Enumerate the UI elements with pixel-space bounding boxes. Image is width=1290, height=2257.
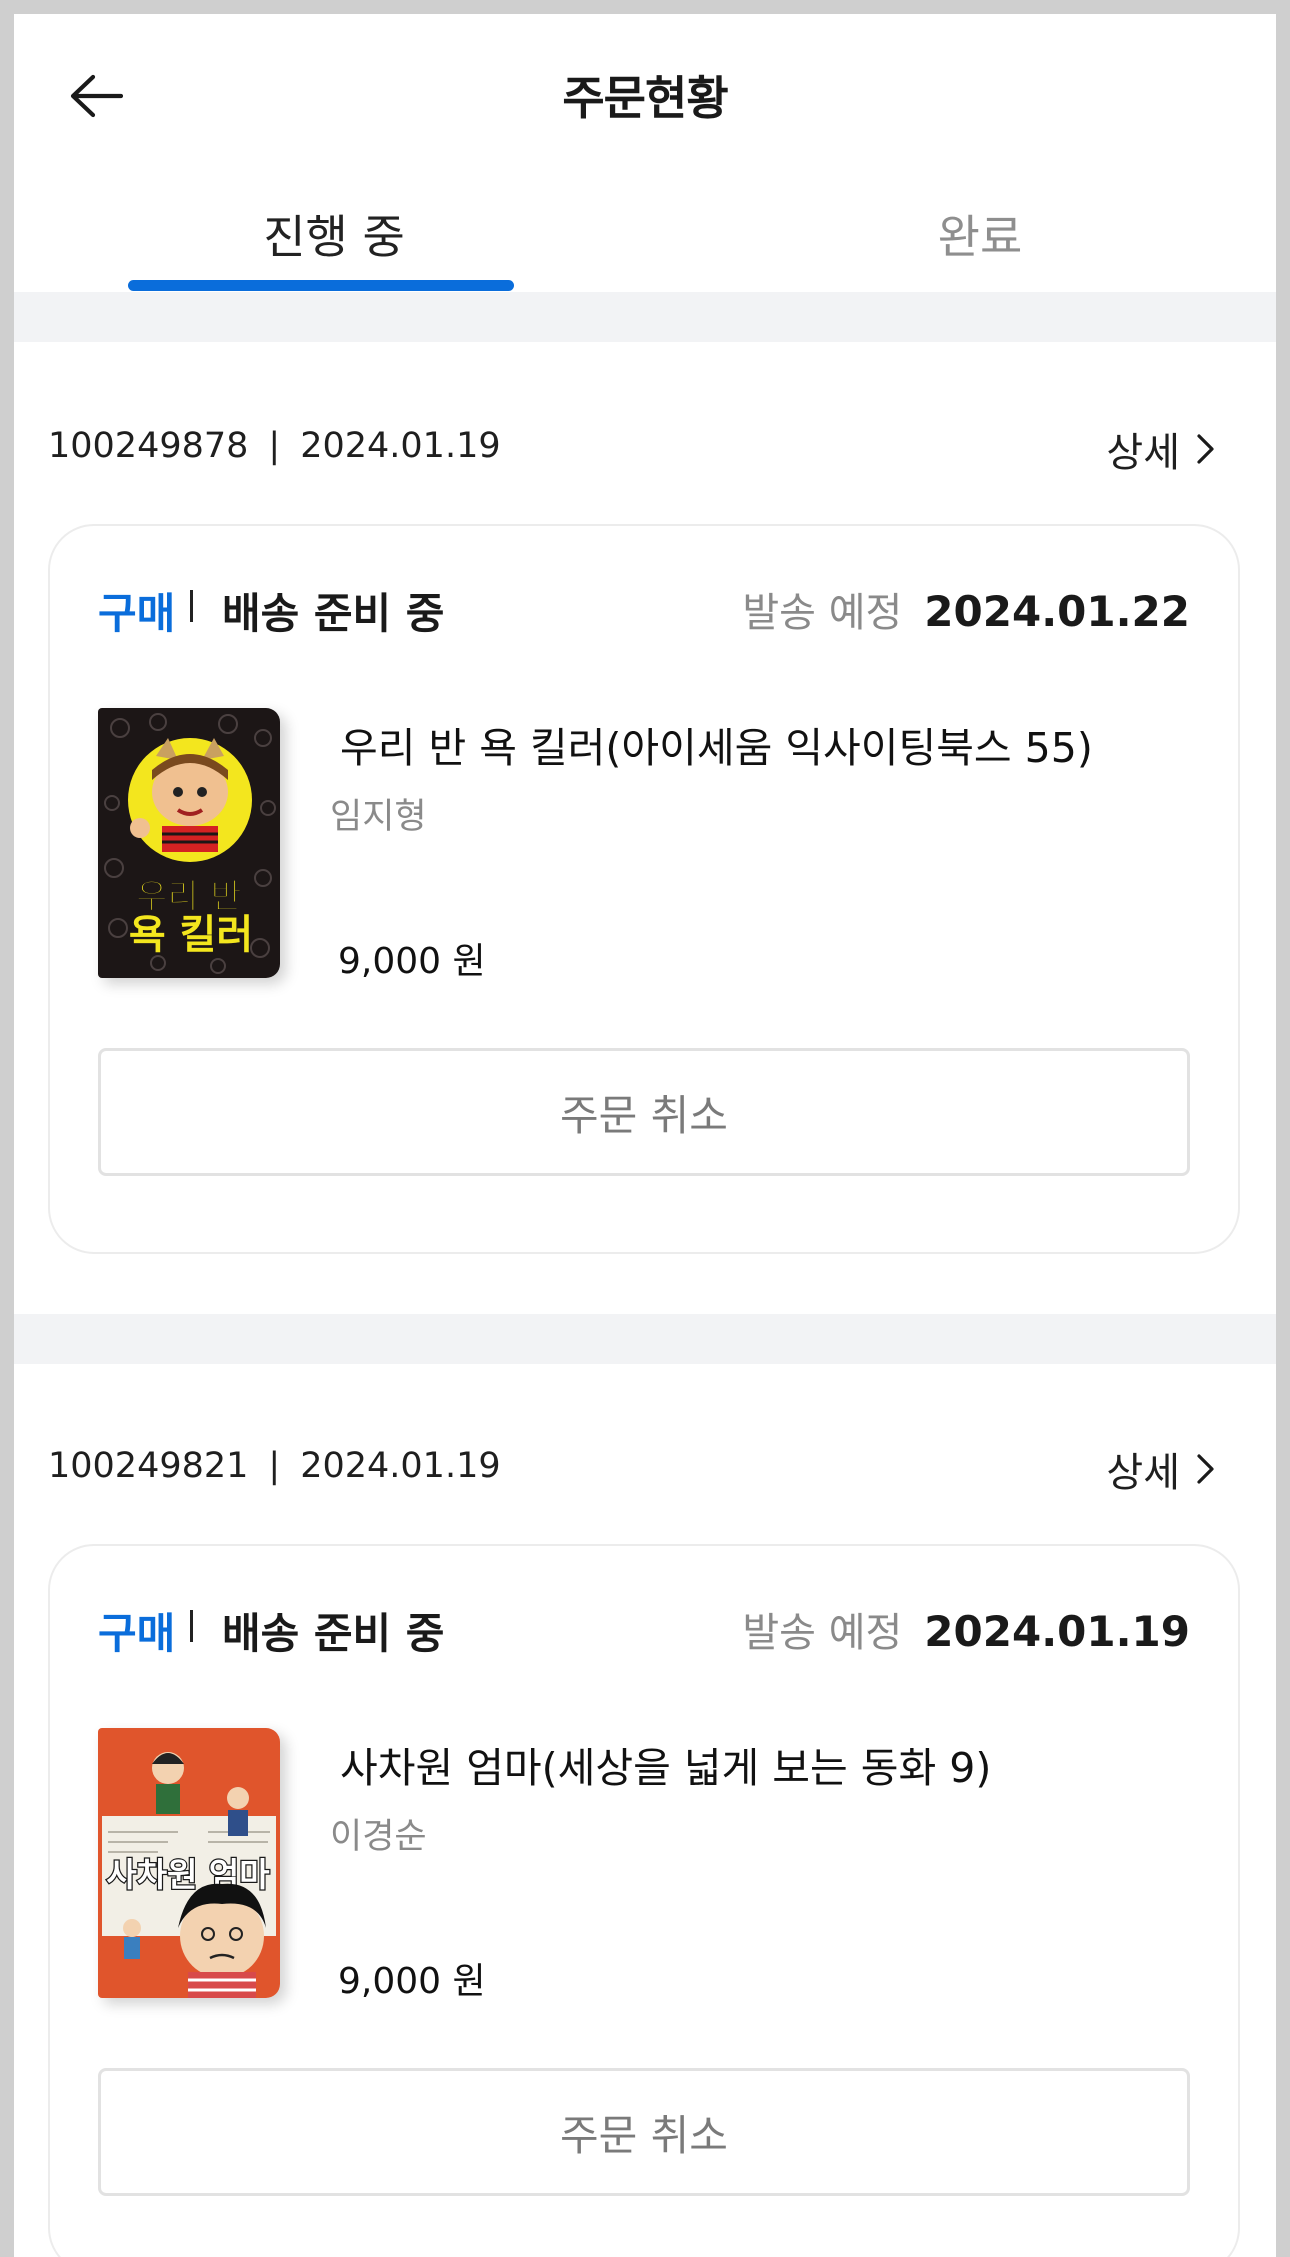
page-title: 주문현황: [562, 71, 728, 125]
shipping-info: 발송 예정 2024.01.19: [742, 1600, 1190, 1658]
meta-separator: |: [268, 1446, 281, 1486]
order-meta: 100249878 | 2024.01.19: [48, 426, 501, 466]
book-cover-illustration: 우리 반 욕 킬러: [98, 708, 280, 978]
section-divider: [14, 292, 1276, 342]
header: 주문현황: [14, 14, 1276, 159]
status-separator: [190, 590, 193, 622]
detail-label: 상세: [1106, 430, 1180, 476]
book-cover[interactable]: 사차원 엄마: [98, 1728, 280, 1998]
book-price: 9,000 원: [338, 1961, 486, 2002]
order-card: 구매 배송 준비 중 발송 예정 2024.01.19 사차원 엄마 사차원 엄…: [48, 1544, 1240, 2257]
order-date: 2024.01.19: [300, 426, 501, 466]
cancel-order-button[interactable]: 주문 취소: [98, 2068, 1190, 2196]
meta-separator: |: [268, 426, 281, 466]
shipping-info: 발송 예정 2024.01.22: [742, 580, 1190, 638]
order-number: 100249821: [48, 1446, 249, 1486]
active-tab-indicator: [128, 280, 514, 291]
tab-in-progress[interactable]: 진행 중: [124, 201, 544, 267]
order-status-screen: 주문현황 진행 중 완료 100249878 | 2024.01.19 상세 구매 …: [14, 14, 1276, 2257]
order-date: 2024.01.19: [300, 1446, 501, 1486]
order-card: 구매 배송 준비 중 발송 예정 2024.01.22 우리 반 욕 킬러 우리…: [48, 524, 1240, 1254]
cover-title-line-2: 욕 킬러: [129, 912, 253, 958]
book-price: 9,000 원: [338, 941, 486, 982]
status-row: 구매 배송 준비 중 발송 예정 2024.01.22: [98, 580, 1190, 640]
book-author: 이경순: [330, 1817, 427, 1857]
section-divider: [14, 1314, 1276, 1364]
ship-date: 2024.01.22: [924, 587, 1190, 636]
detail-label: 상세: [1106, 1450, 1180, 1496]
tab-completed[interactable]: 완료: [770, 201, 1190, 267]
cover-title-line-1: 우리 반: [136, 877, 242, 917]
order-type: 구매: [98, 589, 176, 638]
status-row: 구매 배송 준비 중 발송 예정 2024.01.19: [98, 1600, 1190, 1660]
book-author: 임지형: [330, 797, 427, 837]
cancel-order-button[interactable]: 주문 취소: [98, 1048, 1190, 1176]
ship-label: 발송 예정: [742, 1610, 903, 1656]
detail-link[interactable]: 상세: [1106, 420, 1216, 478]
chevron-right-icon: [1197, 434, 1214, 464]
order-meta: 100249821 | 2024.01.19: [48, 1446, 501, 1486]
ship-label: 발송 예정: [742, 590, 903, 636]
delivery-status: 배송 준비 중: [222, 589, 445, 638]
book-cover[interactable]: 우리 반 욕 킬러: [98, 708, 280, 978]
order-number: 100249878: [48, 426, 249, 466]
status-separator: [190, 1610, 193, 1642]
tab-bar: 진행 중 완료: [14, 159, 1276, 299]
order-type: 구매: [98, 1609, 176, 1658]
chevron-right-icon: [1197, 1454, 1214, 1484]
detail-link[interactable]: 상세: [1106, 1440, 1216, 1498]
delivery-status: 배송 준비 중: [222, 1609, 445, 1658]
ship-date: 2024.01.19: [924, 1607, 1190, 1656]
book-title[interactable]: 우리 반 욕 킬러(아이세움 익사이팅북스 55): [340, 714, 1093, 774]
book-cover-illustration: 사차원 엄마: [98, 1728, 280, 1998]
book-title[interactable]: 사차원 엄마(세상을 넓게 보는 동화 9): [340, 1734, 991, 1794]
